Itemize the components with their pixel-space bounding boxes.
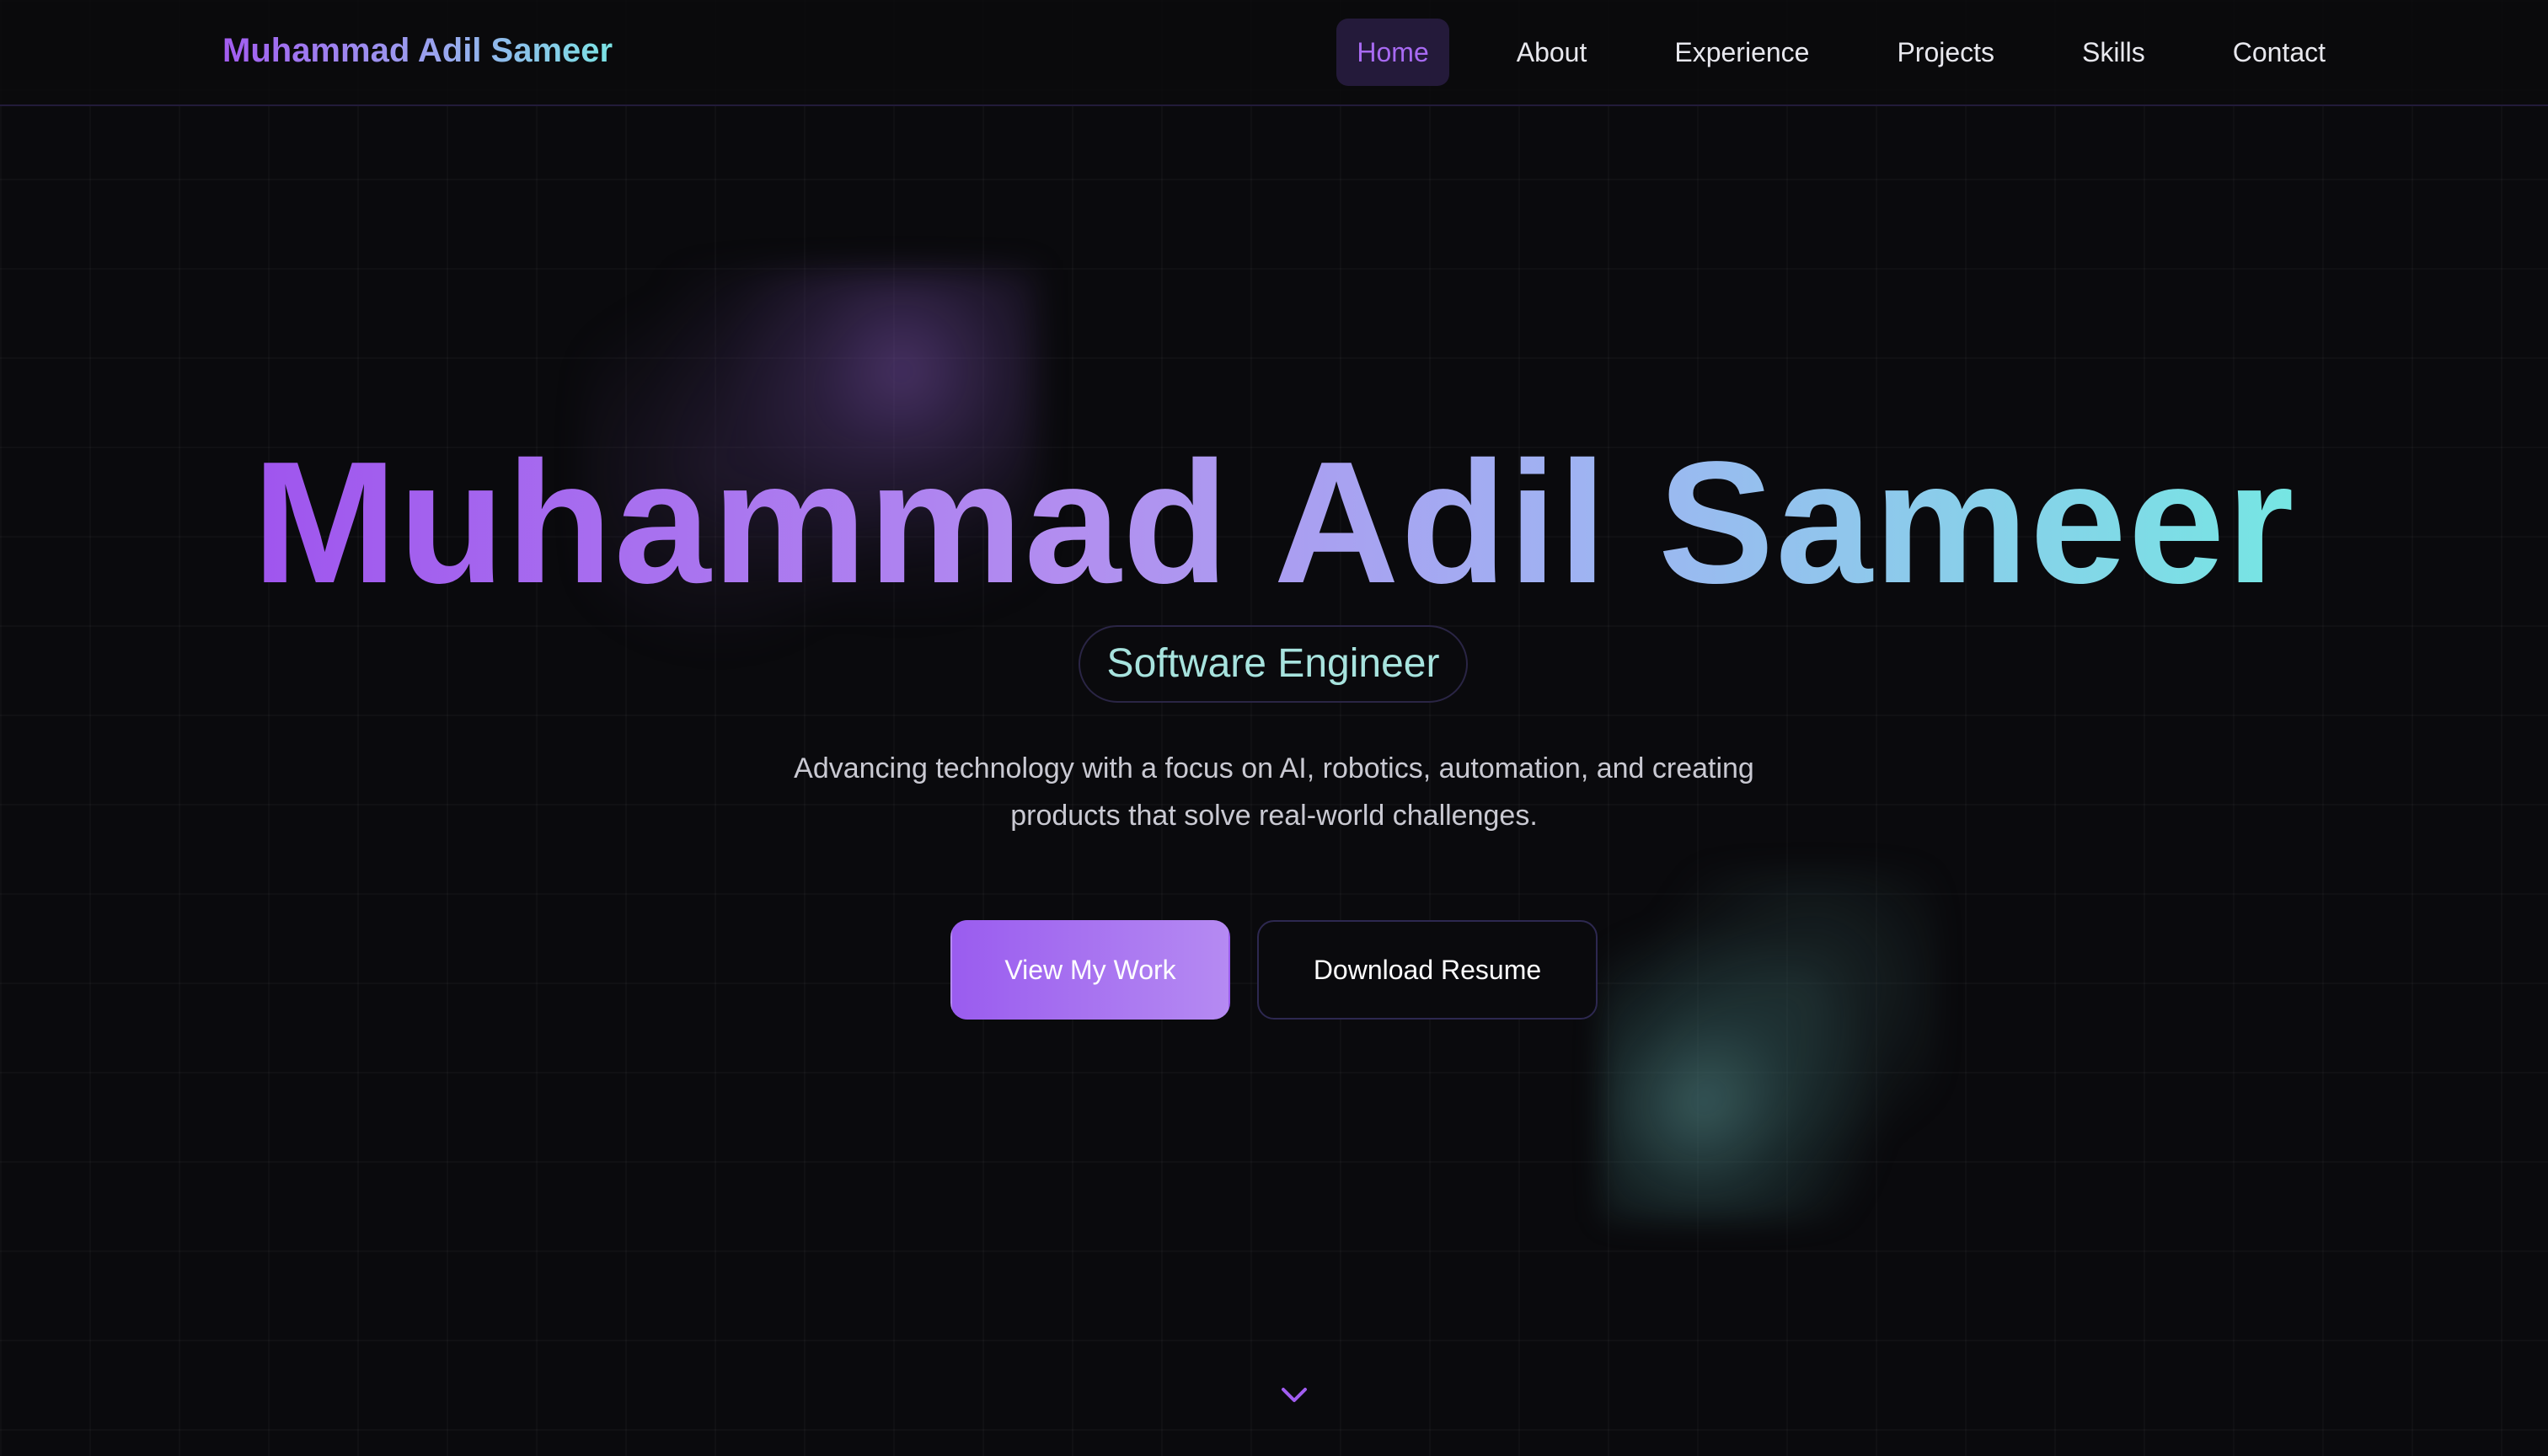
navbar: Muhammad Adil Sameer Home About Experien… (0, 0, 2548, 106)
hero-title: Muhammad Adil Sameer (0, 421, 2548, 624)
nav-link-experience[interactable]: Experience (1654, 19, 1829, 86)
nav-link-contact[interactable]: Contact (2213, 19, 2346, 86)
hero-tagline-line-1: Advancing technology with a focus on AI,… (794, 752, 1754, 784)
view-my-work-button[interactable]: View My Work (950, 920, 1230, 1020)
page: Muhammad Adil Sameer Home About Experien… (0, 0, 2548, 1456)
hero-title-text: Muhammad Adil Sameer (252, 426, 2296, 619)
nav-link-home[interactable]: Home (1336, 19, 1449, 86)
role-badge: Software Engineer (1079, 625, 1468, 703)
hero-tagline-line-2: products that solve real-world challenge… (1010, 800, 1538, 832)
nav-links: Home About Experience Projects Skills Co… (1316, 19, 2346, 86)
decorative-teal-glow (1601, 868, 1938, 1222)
nav-link-about[interactable]: About (1496, 19, 1608, 86)
hero-tagline: Advancing technology with a focus on AI,… (684, 745, 1864, 839)
chevron-down-icon-svg (1282, 1388, 1307, 1402)
nav-link-skills[interactable]: Skills (2062, 19, 2165, 86)
brand-logo[interactable]: Muhammad Adil Sameer (222, 27, 613, 74)
download-resume-button[interactable]: Download Resume (1257, 920, 1598, 1020)
nav-link-projects[interactable]: Projects (1876, 19, 2015, 86)
chevron-down-icon[interactable] (1281, 1387, 1308, 1404)
